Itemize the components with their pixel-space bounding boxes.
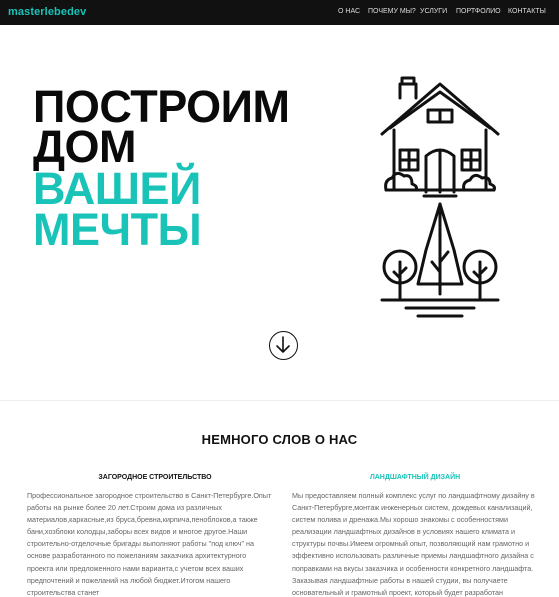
nav-item-contacts[interactable]: КОНТАКТЫ [508, 8, 546, 15]
landscape-column-text: Мы предоставляем полный комплекс услуг п… [292, 491, 535, 597]
nav-item-portfolio[interactable]: ПОРТФОЛИО [456, 8, 501, 15]
section-divider [0, 400, 559, 401]
construction-column-title: ЗАГОРОДНОЕ СТРОИТЕЛЬСТВО [98, 474, 212, 481]
construction-column-text: Профессиональное загородное строительств… [27, 491, 272, 597]
house-and-trees-illustration [380, 76, 500, 318]
brand-logo[interactable]: masterlebedev [8, 6, 86, 18]
house-icon [380, 82, 500, 198]
chimney-icon [398, 76, 418, 100]
hero-title-line-4: МЕЧТЫ [33, 204, 202, 255]
landscape-column-title: ЛАНДШАФТНЫЙ ДИЗАЙН [369, 474, 461, 481]
arrow-down-icon [276, 336, 290, 353]
scroll-down-button[interactable] [269, 331, 298, 360]
pine-tree-icon [416, 202, 464, 296]
about-section-title: НЕМНОГО СЛОВ О НАС [201, 432, 358, 447]
nav-item-about[interactable]: О НАС [338, 8, 360, 15]
nav-item-why-us[interactable]: ПОЧЕМУ МЫ? [368, 8, 416, 15]
nav-item-services[interactable]: УСЛУГИ [420, 8, 447, 15]
top-navbar: masterlebedev О НАС ПОЧЕМУ МЫ? УСЛУГИ ПО… [0, 0, 559, 25]
round-tree-left-icon [382, 249, 418, 302]
round-tree-right-icon [462, 249, 498, 302]
